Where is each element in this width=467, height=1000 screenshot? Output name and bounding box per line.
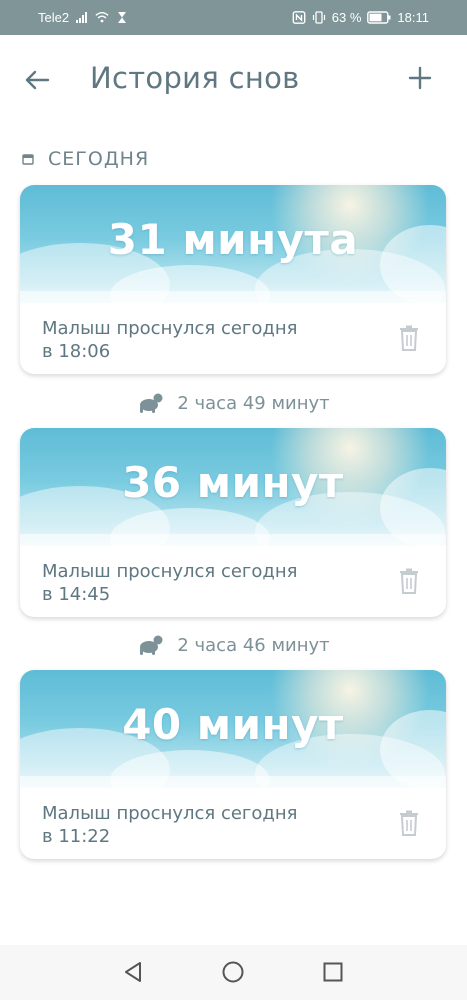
wake-info: Малыш проснулся сегодня в 18:06 <box>42 317 372 363</box>
sleep-card[interactable]: 31 минута Малыш проснулся сегодня в 18:0… <box>20 185 446 374</box>
awake-gap: 2 часа 49 минут <box>0 392 467 414</box>
hourglass-icon <box>118 12 127 23</box>
awake-gap-text: 2 часа 49 минут <box>177 392 330 414</box>
wake-info-line1: Малыш проснулся сегодня <box>42 561 298 582</box>
wifi-icon <box>95 11 109 23</box>
sleep-card[interactable]: 40 минут Малыш проснулся сегодня в 11:22 <box>20 670 446 859</box>
system-nav-bar <box>0 945 467 1000</box>
clock: 18:11 <box>397 10 429 25</box>
crawling-baby-icon <box>140 635 163 655</box>
wake-info: Малыш проснулся сегодня в 14:45 <box>42 560 372 606</box>
sleep-duration: 31 минута <box>107 215 359 264</box>
section-header-today: СЕГОДНЯ <box>22 148 149 170</box>
wake-info-line1: Малыш проснулся сегодня <box>42 803 298 824</box>
carrier-label: Tele2 <box>38 10 70 25</box>
wake-info: Малыш проснулся сегодня в 11:22 <box>42 802 372 848</box>
awake-gap: 2 часа 46 минут <box>0 634 467 656</box>
status-bar: Tele2 63 % 18:11 <box>0 0 467 35</box>
sleep-duration: 40 минут <box>122 700 344 749</box>
crawling-baby-icon <box>140 393 163 413</box>
battery-icon <box>367 11 391 24</box>
awake-gap-text: 2 часа 46 минут <box>177 634 330 656</box>
sky-banner: 40 минут <box>20 670 446 788</box>
wake-info-line2: в 18:06 <box>42 341 111 362</box>
wake-info-line2: в 14:45 <box>42 584 111 605</box>
trash-icon[interactable] <box>398 568 420 594</box>
trash-icon[interactable] <box>398 325 420 351</box>
section-label: СЕГОДНЯ <box>48 148 150 170</box>
home-circle-icon[interactable] <box>221 960 245 984</box>
back-triangle-icon[interactable] <box>121 960 145 984</box>
sky-banner: 31 минута <box>20 185 446 303</box>
sleep-duration: 36 минут <box>122 458 344 507</box>
arrow-left-icon[interactable] <box>22 65 52 95</box>
sleep-card[interactable]: 36 минут Малыш проснулся сегодня в 14:45 <box>20 428 446 617</box>
nfc-icon <box>292 11 306 24</box>
wake-info-line2: в 11:22 <box>42 826 111 847</box>
plus-icon[interactable] <box>405 63 435 93</box>
wake-info-line1: Малыш проснулся сегодня <box>42 318 298 339</box>
page-title: История снов <box>90 61 300 95</box>
sky-banner: 36 минут <box>20 428 446 546</box>
trash-icon[interactable] <box>398 810 420 836</box>
signal-icon <box>76 12 88 23</box>
app-bar: История снов <box>0 35 467 125</box>
battery-percent: 63 % <box>331 10 362 25</box>
calendar-icon <box>22 154 34 165</box>
vibrate-icon <box>312 11 325 24</box>
recents-square-icon[interactable] <box>321 960 345 984</box>
